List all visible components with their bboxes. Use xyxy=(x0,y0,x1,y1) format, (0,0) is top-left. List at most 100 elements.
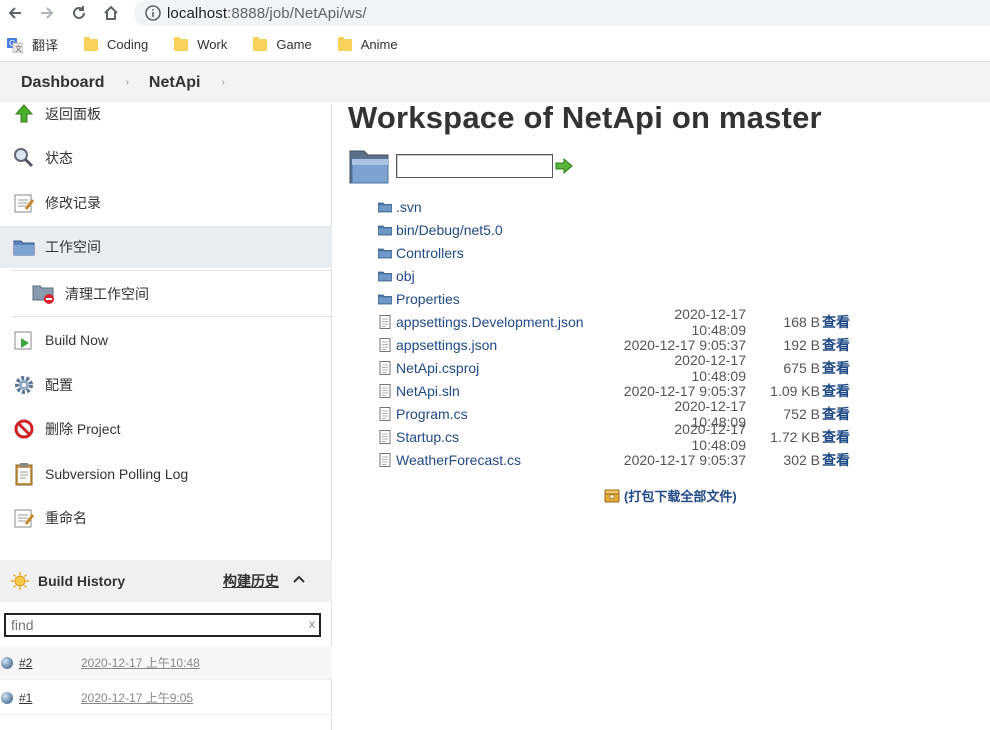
bookmark-folder-work[interactable]: Work xyxy=(174,36,228,52)
build-row[interactable]: #1 2020-12-17 上午9:05 xyxy=(0,681,332,715)
folder-icon xyxy=(337,36,352,51)
chevron-right-icon[interactable]: › xyxy=(126,77,129,88)
build-date-link[interactable]: 2020-12-17 上午9:05 xyxy=(81,689,193,706)
view-link[interactable]: 查看 xyxy=(822,404,850,424)
file-name-link[interactable]: Program.cs xyxy=(396,406,468,422)
url-host: localhost xyxy=(167,4,228,22)
folder-icon xyxy=(378,248,392,258)
zip-archive-icon xyxy=(604,489,620,502)
text-file-icon xyxy=(379,383,391,398)
bookmark-translate[interactable]: G文 翻译 xyxy=(7,35,58,54)
view-link[interactable]: 查看 xyxy=(822,450,850,470)
view-link[interactable]: 查看 xyxy=(822,358,850,378)
page-title: Workspace of NetApi on master xyxy=(348,100,822,135)
task-label: Build Now xyxy=(45,332,109,348)
bookmark-folder-coding[interactable]: Coding xyxy=(84,36,148,52)
file-size: 752 B xyxy=(783,405,820,422)
view-link[interactable]: 查看 xyxy=(822,335,850,355)
task-changes[interactable]: 修改记录 xyxy=(0,191,332,215)
build-status-ball-icon xyxy=(1,656,13,669)
file-row[interactable]: Startup.cs 2020-12-17 10:48:09 1.72 KB 查看 xyxy=(378,421,858,453)
go-arrow-icon[interactable] xyxy=(555,158,573,174)
bookmark-label: Game xyxy=(276,37,312,52)
directory-path-input[interactable] xyxy=(396,154,553,178)
file-name-link[interactable]: bin/Debug/net5.0 xyxy=(396,222,503,238)
address-bar[interactable]: localhost:8888/job/NetApi/ws/ xyxy=(134,0,990,26)
file-name-link[interactable]: WeatherForecast.cs xyxy=(396,452,521,468)
build-number-link[interactable]: #1 xyxy=(19,691,81,705)
translate-icon: G文 xyxy=(7,37,23,53)
bookmark-folder-anime[interactable]: Anime xyxy=(337,36,398,52)
task-label: 删除 Project xyxy=(45,421,121,437)
task-back-to-dashboard[interactable]: 返回面板 xyxy=(0,102,332,126)
clear-icon[interactable]: x xyxy=(309,617,315,631)
bookmark-label: Work xyxy=(197,37,228,52)
main-panel: Workspace of NetApi on master .svn bin/De… xyxy=(348,100,990,504)
trend-link[interactable]: 构建历史 xyxy=(223,571,279,591)
file-size: 1.09 KB xyxy=(770,382,820,399)
task-build-now[interactable]: Build Now xyxy=(0,328,332,352)
file-name-link[interactable]: appsettings.json xyxy=(396,337,497,353)
build-row[interactable]: #2 2020-12-17 上午10:48 xyxy=(0,646,332,680)
task-polling-log[interactable]: Subversion Polling Log xyxy=(0,462,332,486)
view-link[interactable]: 查看 xyxy=(822,381,850,401)
forward-button[interactable] xyxy=(36,2,58,24)
text-file-icon xyxy=(379,452,391,467)
task-workspace[interactable]: 工作空间 xyxy=(0,226,332,268)
file-name-link[interactable]: appsettings.Development.json xyxy=(396,314,584,330)
magnifier-icon xyxy=(12,146,36,170)
view-link[interactable]: 查看 xyxy=(822,312,850,332)
build-history-title: Build History xyxy=(38,573,126,589)
folder-row[interactable]: .svn xyxy=(378,195,858,218)
file-date: 2020-12-17 9:05:37 xyxy=(623,382,746,399)
file-size: 675 B xyxy=(783,359,820,376)
download-zip-link[interactable]: (打包下载全部文件) xyxy=(604,486,737,505)
build-date-link[interactable]: 2020-12-17 上午10:48 xyxy=(81,654,200,671)
task-rename[interactable]: 重命名 xyxy=(0,506,332,530)
breadcrumb-netapi[interactable]: NetApi xyxy=(149,74,201,92)
info-icon[interactable] xyxy=(144,4,162,22)
folder-row[interactable]: Controllers xyxy=(378,241,858,264)
task-label: Subversion Polling Log xyxy=(45,466,189,482)
file-size: 192 B xyxy=(783,336,820,353)
file-row[interactable]: WeatherForecast.cs 2020-12-17 9:05:37 302 … xyxy=(378,448,858,471)
forward-arrow-icon xyxy=(41,7,54,19)
folder-row[interactable]: Properties xyxy=(378,287,858,310)
task-label: 清理工作空间 xyxy=(65,286,149,302)
file-name-link[interactable]: Startup.cs xyxy=(396,429,459,445)
text-file-icon xyxy=(379,360,391,375)
task-delete-project[interactable]: 删除 Project xyxy=(0,417,332,441)
bookmark-folder-game[interactable]: Game xyxy=(253,36,312,52)
file-row[interactable]: NetApi.sln 2020-12-17 9:05:37 1.09 KB 查看 xyxy=(378,379,858,402)
text-file-icon xyxy=(379,429,391,444)
task-wipe-workspace[interactable]: 清理工作空间 xyxy=(0,282,332,306)
task-status[interactable]: 状态 xyxy=(0,146,332,170)
file-name-link[interactable]: NetApi.csproj xyxy=(396,360,479,376)
chevron-right-icon[interactable]: › xyxy=(221,77,224,88)
build-status-ball-icon xyxy=(1,691,13,704)
folder-delete-icon xyxy=(32,282,56,306)
file-name-link[interactable]: Properties xyxy=(396,291,460,307)
view-link[interactable]: 查看 xyxy=(822,427,850,447)
file-name-link[interactable]: obj xyxy=(396,268,415,284)
url-text[interactable]: localhost:8888/job/NetApi/ws/ xyxy=(167,5,367,22)
home-button[interactable] xyxy=(100,2,122,24)
folder-row[interactable]: bin/Debug/net5.0 xyxy=(378,218,858,241)
find-input[interactable] xyxy=(6,615,296,635)
folder-row[interactable]: obj xyxy=(378,264,858,287)
file-row[interactable]: Program.cs 2020-12-17 10:48:09 752 B 查看 xyxy=(378,398,858,430)
breadcrumb-dashboard[interactable]: Dashboard xyxy=(21,74,105,92)
file-name-link[interactable]: .svn xyxy=(396,199,422,215)
build-number-link[interactable]: #2 xyxy=(19,656,81,670)
file-name-link[interactable]: NetApi.sln xyxy=(396,383,460,399)
file-row[interactable]: appsettings.json 2020-12-17 9:05:37 192 B查… xyxy=(378,333,858,356)
chevron-up-icon[interactable] xyxy=(292,574,306,584)
back-button[interactable] xyxy=(4,2,26,24)
find-field[interactable]: x xyxy=(4,613,321,637)
file-row[interactable]: NetApi.csproj 2020-12-17 10:48:09 675 B 查看 xyxy=(378,352,858,384)
file-name-link[interactable]: Controllers xyxy=(396,245,464,261)
file-row[interactable]: appsettings.Development.json 2020-12-17 1… xyxy=(378,306,858,338)
task-configure[interactable]: 配置 xyxy=(0,373,332,397)
reload-button[interactable] xyxy=(68,2,90,24)
folder-icon xyxy=(378,294,392,304)
